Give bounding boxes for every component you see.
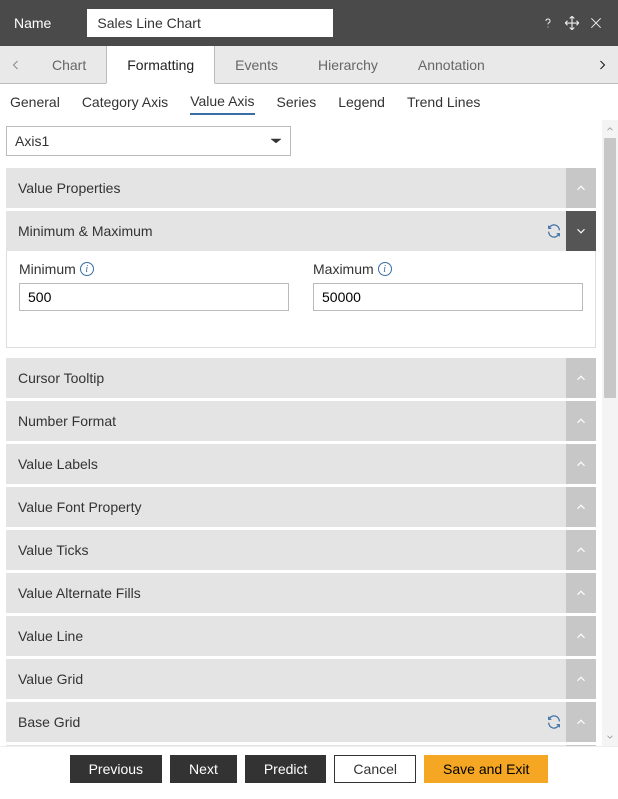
tab-annotation[interactable]: Annotation xyxy=(398,46,505,83)
scroll-down-icon[interactable] xyxy=(602,728,618,746)
info-icon[interactable]: i xyxy=(378,262,392,276)
scrollbar[interactable] xyxy=(602,120,618,746)
refresh-icon[interactable] xyxy=(542,714,566,730)
section-value-properties: Value Properties xyxy=(6,168,596,208)
tab-hierarchy[interactable]: Hierarchy xyxy=(298,46,398,83)
subtab-value-axis[interactable]: Value Axis xyxy=(190,89,254,115)
refresh-icon[interactable] xyxy=(542,223,566,239)
sub-tabs: General Category Axis Value Axis Series … xyxy=(0,84,618,120)
cancel-button[interactable]: Cancel xyxy=(334,755,416,783)
section-value-font: Value Font Property xyxy=(6,487,596,527)
section-value-grid: Value Grid xyxy=(6,659,596,699)
tabs-prev-icon[interactable] xyxy=(0,46,32,83)
collapse-toggle[interactable] xyxy=(566,702,596,742)
axis-select[interactable]: Axis1 xyxy=(6,126,291,156)
subtab-legend[interactable]: Legend xyxy=(338,90,385,114)
section-label: Value Grid xyxy=(18,671,566,687)
tab-chart[interactable]: Chart xyxy=(32,46,106,83)
subtab-category-axis[interactable]: Category Axis xyxy=(82,90,168,114)
name-input[interactable] xyxy=(87,9,333,37)
section-value-alt-fills: Value Alternate Fills xyxy=(6,573,596,613)
collapse-toggle[interactable] xyxy=(566,573,596,613)
section-label: Number Format xyxy=(18,413,566,429)
minimum-input[interactable] xyxy=(19,283,289,311)
collapse-toggle[interactable] xyxy=(566,444,596,484)
section-label: Cursor Tooltip xyxy=(18,370,566,386)
section-label: Value Font Property xyxy=(18,499,566,515)
section-label: Value Line xyxy=(18,628,566,644)
section-label: Value Ticks xyxy=(18,542,566,558)
min-max-panel: Minimum i Maximum i xyxy=(6,251,596,348)
previous-button[interactable]: Previous xyxy=(70,755,162,783)
tabs-next-icon[interactable] xyxy=(586,46,618,83)
section-value-line: Value Line xyxy=(6,616,596,656)
content-wrap: Axis1 Value Properties Minimum & Maximum xyxy=(0,120,618,746)
save-button[interactable]: Save and Exit xyxy=(424,755,548,783)
move-icon[interactable] xyxy=(560,11,584,35)
section-min-max: Minimum & Maximum xyxy=(6,211,596,251)
collapse-toggle[interactable] xyxy=(566,168,596,208)
maximum-input[interactable] xyxy=(313,283,583,311)
section-label: Minimum & Maximum xyxy=(18,223,542,239)
titlebar: Name xyxy=(0,0,618,46)
minimum-label: Minimum i xyxy=(19,261,289,277)
section-number-format: Number Format xyxy=(6,401,596,441)
scroll-up-icon[interactable] xyxy=(602,120,618,138)
footer: Previous Next Predict Cancel Save and Ex… xyxy=(0,746,618,790)
tab-events[interactable]: Events xyxy=(215,46,298,83)
dialog-root: Name Chart Formatting Events Hierarchy A… xyxy=(0,0,618,790)
tab-formatting[interactable]: Formatting xyxy=(106,46,215,84)
collapse-toggle[interactable] xyxy=(566,530,596,570)
subtab-series[interactable]: Series xyxy=(277,90,317,114)
close-icon[interactable] xyxy=(584,11,608,35)
main-tabs: Chart Formatting Events Hierarchy Annota… xyxy=(0,46,618,84)
name-label: Name xyxy=(14,15,51,31)
section-label: Base Grid xyxy=(18,714,542,730)
info-icon[interactable]: i xyxy=(80,262,94,276)
section-value-ticks: Value Ticks xyxy=(6,530,596,570)
collapse-toggle[interactable] xyxy=(566,211,596,251)
subtab-general[interactable]: General xyxy=(10,90,60,114)
scroll-thumb[interactable] xyxy=(604,138,616,398)
collapse-toggle[interactable] xyxy=(566,659,596,699)
axis-select-value: Axis1 xyxy=(15,133,49,149)
section-cursor-tooltip: Cursor Tooltip xyxy=(6,358,596,398)
maximum-label: Maximum i xyxy=(313,261,583,277)
content: Axis1 Value Properties Minimum & Maximum xyxy=(0,120,602,746)
predict-button[interactable]: Predict xyxy=(245,755,327,783)
collapse-toggle[interactable] xyxy=(566,616,596,656)
help-icon[interactable] xyxy=(536,11,560,35)
section-base-grid: Base Grid xyxy=(6,702,596,742)
section-label: Value Alternate Fills xyxy=(18,585,566,601)
section-label: Value Labels xyxy=(18,456,566,472)
subtab-trend-lines[interactable]: Trend Lines xyxy=(407,90,480,114)
collapse-toggle[interactable] xyxy=(566,401,596,441)
section-value-labels: Value Labels xyxy=(6,444,596,484)
collapse-toggle[interactable] xyxy=(566,487,596,527)
section-label: Value Properties xyxy=(18,180,566,196)
next-button[interactable]: Next xyxy=(170,755,237,783)
collapse-toggle[interactable] xyxy=(566,358,596,398)
